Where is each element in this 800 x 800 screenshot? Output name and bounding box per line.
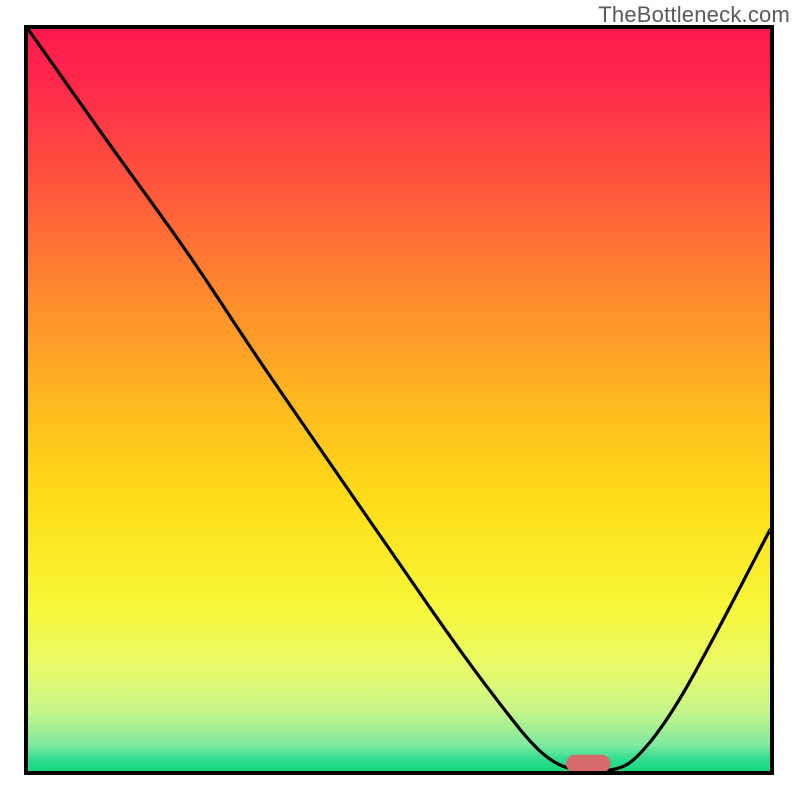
marker-pill [566,755,611,771]
chart-frame [24,25,774,775]
gradient-rect [28,29,770,771]
chart-svg [28,29,770,771]
